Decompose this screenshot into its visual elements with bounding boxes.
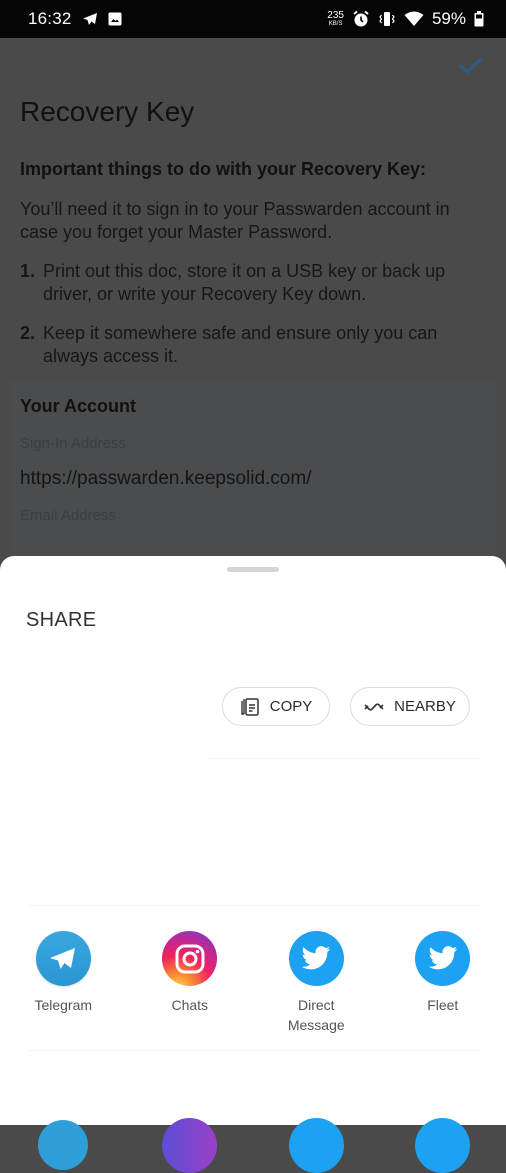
app-icon — [38, 1120, 88, 1170]
share-target-telegram[interactable]: Telegram — [0, 931, 127, 1035]
account-title: Your Account — [20, 396, 136, 417]
steps-list: 1. Print out this doc, store it on a USB… — [20, 260, 490, 384]
divider — [208, 758, 480, 759]
nearby-share-icon — [364, 700, 384, 714]
sign-in-label: Sign-In Address — [20, 435, 126, 452]
share-target-twitter-fleet[interactable]: Fleet — [380, 931, 506, 1035]
page-title: Recovery Key — [20, 96, 194, 128]
battery-icon — [474, 11, 484, 27]
share-target[interactable] — [127, 1118, 254, 1173]
share-targets-row: Telegram Chats Direct Message Fleet — [0, 931, 506, 1035]
email-label: Email Address — [20, 507, 116, 524]
step-item: 1. Print out this doc, store it on a USB… — [20, 260, 490, 306]
sign-in-value: https://passwarden.keepsolid.com/ — [20, 468, 312, 490]
telegram-icon — [36, 931, 91, 986]
app-icon — [162, 1118, 217, 1173]
network-speed: 235 KB/S — [327, 11, 344, 27]
gallery-notification-icon — [108, 12, 122, 26]
check-icon[interactable] — [458, 56, 484, 81]
share-targets-row-2 — [0, 1118, 506, 1173]
important-heading: Important things to do with your Recover… — [20, 159, 426, 180]
recovery-key-page: Recovery Key Important things to do with… — [0, 38, 506, 558]
status-bar: 16:32 235 KB/S 59% — [0, 0, 506, 38]
twitter-icon — [415, 931, 470, 986]
app-icon — [289, 1118, 344, 1173]
account-card: Your Account Sign-In Address https://pas… — [11, 380, 495, 580]
share-target[interactable] — [0, 1118, 127, 1173]
battery-percent: 59% — [432, 9, 466, 29]
vibrate-icon — [378, 11, 396, 27]
share-target[interactable] — [253, 1118, 380, 1173]
share-target-instagram-chats[interactable]: Chats — [127, 931, 254, 1035]
share-target-twitter-direct-message[interactable]: Direct Message — [253, 931, 380, 1035]
divider — [28, 1050, 480, 1051]
share-sheet: SHARE COPY NEARBY Telegram Chats — [0, 556, 506, 1125]
alarm-icon — [352, 10, 370, 28]
nearby-share-button[interactable]: NEARBY — [350, 687, 470, 726]
step-item: 2. Keep it somewhere safe and ensure onl… — [20, 322, 490, 368]
divider — [28, 905, 480, 906]
copy-icon — [240, 697, 260, 717]
instagram-icon — [162, 931, 217, 986]
share-title: SHARE — [26, 609, 96, 632]
intro-paragraph: You’ll need it to sign in to your Passwa… — [20, 198, 490, 244]
wifi-icon — [404, 11, 424, 27]
copy-label: COPY — [270, 698, 313, 715]
twitter-icon — [289, 931, 344, 986]
telegram-notification-icon — [82, 12, 98, 26]
app-icon — [415, 1118, 470, 1173]
drag-handle[interactable] — [227, 567, 279, 572]
share-target[interactable] — [380, 1118, 506, 1173]
copy-button[interactable]: COPY — [222, 687, 330, 726]
nearby-label: NEARBY — [394, 698, 456, 715]
status-time: 16:32 — [28, 9, 72, 29]
